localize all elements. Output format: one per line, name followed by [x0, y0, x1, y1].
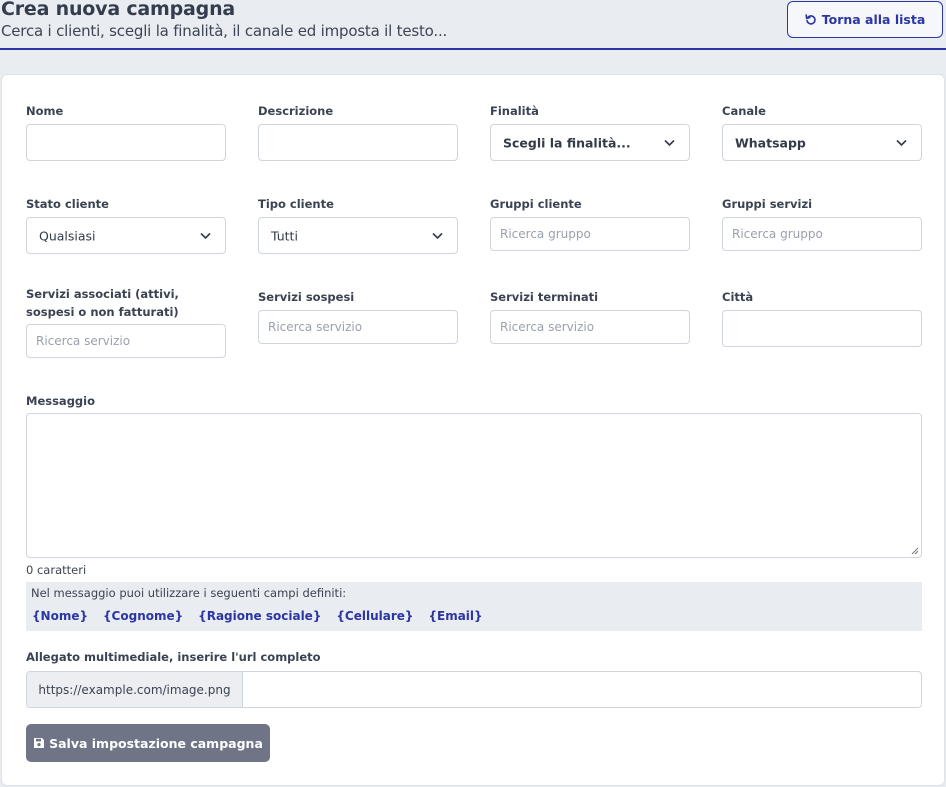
gruppi-servizi-placeholder: Ricerca gruppo: [732, 227, 823, 241]
resize-grip-icon[interactable]: [911, 547, 919, 555]
back-to-list-button[interactable]: Torna alla lista: [787, 1, 943, 38]
gruppi-servizi-search-input[interactable]: Ricerca gruppo: [722, 217, 922, 251]
gruppi-cliente-placeholder: Ricerca gruppo: [500, 227, 591, 241]
save-button-label: Salva impostazione campagna: [49, 735, 263, 751]
gruppi-cliente-search-input[interactable]: Ricerca gruppo: [490, 217, 690, 251]
token-email[interactable]: {Email}: [428, 609, 482, 623]
servizi-terminati-placeholder: Ricerca servizio: [500, 320, 595, 334]
page-title: Crea nuova campagna: [1, 0, 236, 20]
nome-field: Nome: [26, 102, 226, 161]
back-button-label: Torna alla lista: [821, 12, 926, 27]
finalita-select[interactable]: Scegli la finalità...: [490, 124, 690, 161]
token-cognome[interactable]: {Cognome}: [103, 609, 183, 623]
tipo-cliente-label: Tipo cliente: [258, 197, 334, 211]
token-nome[interactable]: {Nome}: [32, 609, 88, 623]
tipo-cliente-field: Tipo cliente Tutti: [258, 195, 458, 254]
servizi-sospesi-search-input[interactable]: Ricerca servizio: [258, 310, 458, 344]
chevron-down-icon: [664, 139, 675, 146]
undo-icon: [805, 13, 816, 25]
stato-cliente-label: Stato cliente: [26, 197, 109, 211]
nome-label: Nome: [26, 104, 64, 118]
page-header: Crea nuova campagna Cerca i clienti, sce…: [0, 0, 946, 50]
servizi-associati-label: Servizi associati (attivi, sospesi o non…: [26, 287, 179, 319]
servizi-associati-search-input[interactable]: Ricerca servizio: [26, 324, 226, 358]
descrizione-field: Descrizione: [258, 102, 458, 161]
gruppi-cliente-label: Gruppi cliente: [490, 197, 582, 211]
stato-cliente-select[interactable]: Qualsiasi: [26, 217, 226, 254]
page-subtitle: Cerca i clienti, scegli la finalità, il …: [1, 22, 448, 40]
tipo-cliente-select[interactable]: Tutti: [258, 217, 458, 254]
token-ragione-sociale[interactable]: {Ragione sociale}: [198, 609, 321, 623]
allegato-url-input[interactable]: [243, 672, 921, 707]
finalita-selected-value: Scegli la finalità...: [503, 135, 631, 150]
available-fields-box: Nel messaggio puoi utilizzare i seguenti…: [26, 582, 922, 631]
floppy-disk-icon: [34, 738, 45, 748]
allegato-label: Allegato multimediale, inserire l'url co…: [26, 650, 321, 664]
field-tokens: {Nome} {Cognome} {Ragione sociale} {Cell…: [32, 609, 483, 623]
canale-label: Canale: [722, 104, 766, 118]
allegato-input-group: https://example.com/image.png: [26, 671, 922, 708]
servizi-terminati-label: Servizi terminati: [490, 290, 599, 304]
tipo-cliente-selected-value: Tutti: [271, 228, 298, 243]
gruppi-servizi-field: Gruppi servizi Ricerca gruppo: [722, 195, 922, 251]
servizi-terminati-search-input[interactable]: Ricerca servizio: [490, 310, 690, 344]
stato-cliente-field: Stato cliente Qualsiasi: [26, 195, 226, 254]
descrizione-label: Descrizione: [258, 104, 334, 118]
servizi-associati-field: Servizi associati (attivi, sospesi o non…: [26, 285, 226, 358]
available-fields-hint: Nel messaggio puoi utilizzare i seguenti…: [31, 586, 347, 600]
descrizione-input[interactable]: [258, 124, 458, 161]
servizi-sospesi-field: Servizi sospesi Ricerca servizio: [258, 288, 458, 344]
canale-field: Canale Whatsapp: [722, 102, 922, 161]
stato-cliente-selected-value: Qualsiasi: [39, 228, 96, 243]
servizi-sospesi-label: Servizi sospesi: [258, 290, 355, 304]
finalita-field: Finalità Scegli la finalità...: [490, 102, 690, 161]
canale-select[interactable]: Whatsapp: [722, 124, 922, 161]
servizi-terminati-field: Servizi terminati Ricerca servizio: [490, 288, 690, 344]
chevron-down-icon: [432, 232, 443, 239]
token-cellulare[interactable]: {Cellulare}: [336, 609, 413, 623]
gruppi-servizi-label: Gruppi servizi: [722, 197, 813, 211]
allegato-url-prefix: https://example.com/image.png: [27, 672, 243, 707]
canale-selected-value: Whatsapp: [735, 135, 806, 150]
citta-input[interactable]: [722, 310, 922, 347]
campaign-form-card: Nome Descrizione Finalità Scegli la fina…: [1, 74, 945, 786]
nome-input[interactable]: [26, 124, 226, 161]
messaggio-textarea[interactable]: [26, 413, 922, 558]
citta-label: Città: [722, 290, 754, 304]
chevron-down-icon: [896, 139, 907, 146]
character-count: 0 caratteri: [26, 563, 87, 577]
finalita-label: Finalità: [490, 104, 539, 118]
citta-field: Città: [722, 288, 922, 347]
chevron-down-icon: [200, 232, 211, 239]
servizi-sospesi-placeholder: Ricerca servizio: [268, 320, 363, 334]
gruppi-cliente-field: Gruppi cliente Ricerca gruppo: [490, 195, 690, 251]
messaggio-label: Messaggio: [26, 394, 95, 408]
servizi-associati-placeholder: Ricerca servizio: [36, 334, 131, 348]
save-campaign-button[interactable]: Salva impostazione campagna: [26, 724, 270, 762]
